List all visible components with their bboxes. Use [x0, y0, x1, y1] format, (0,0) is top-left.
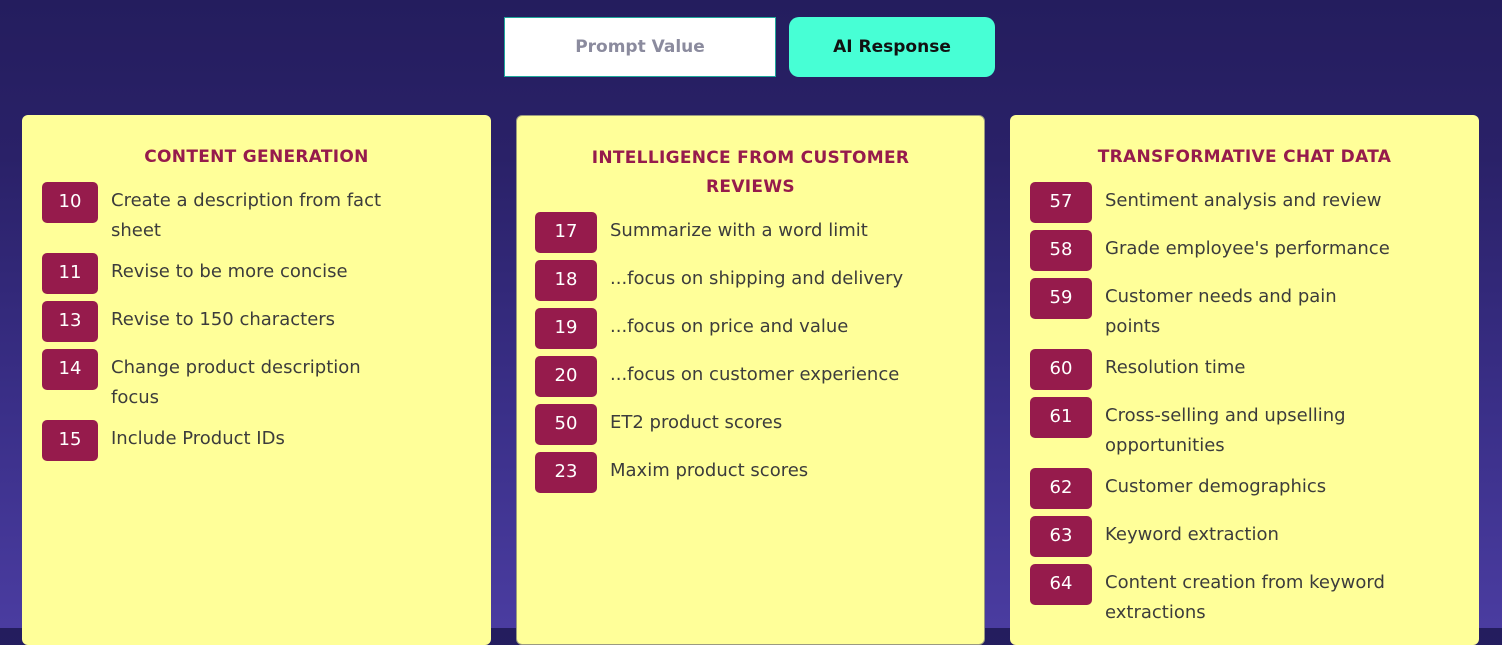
list-item[interactable]: 13 Revise to 150 characters	[42, 301, 471, 342]
list-item[interactable]: 17 Summarize with a word limit	[535, 212, 964, 253]
card-title: CONTENT GENERATION	[144, 147, 369, 167]
number-badge[interactable]: 58	[1030, 230, 1092, 271]
number-badge[interactable]: 64	[1030, 564, 1092, 605]
list-item[interactable]: 62 Customer demographics	[1030, 468, 1459, 509]
number-badge[interactable]: 50	[535, 404, 597, 445]
item-label: Revise to 150 characters	[111, 309, 336, 330]
list-item[interactable]: 18 ...focus on shipping and delivery	[535, 260, 964, 301]
item-list: 17 Summarize with a word limit 18 ...focus…	[535, 212, 964, 493]
item-label: ...focus on customer experience	[610, 364, 900, 385]
number-badge[interactable]: 14	[42, 349, 98, 390]
number-badge[interactable]: 19	[535, 308, 597, 349]
item-label: Customer demographics	[1105, 476, 1327, 497]
list-item[interactable]: 20 ...focus on customer experience	[535, 356, 964, 397]
list-item[interactable]: 58 Grade employee's performance	[1030, 230, 1459, 271]
number-badge[interactable]: 57	[1030, 182, 1092, 223]
item-label: ...focus on price and value	[610, 316, 849, 337]
list-item[interactable]: 60 Resolution time	[1030, 349, 1459, 390]
card-title: TRANSFORMATIVE CHAT DATA	[1097, 147, 1392, 167]
list-item[interactable]: 23 Maxim product scores	[535, 452, 964, 493]
item-label: Grade employee's performance	[1105, 238, 1390, 259]
card-intelligence-from-customer-reviews: INTELLIGENCE FROM CUSTOMER REVIEWS 17 Sum…	[516, 115, 985, 645]
view-toggle: Prompt Value AI Response	[504, 17, 995, 77]
number-badge[interactable]: 61	[1030, 397, 1092, 438]
list-item[interactable]: 59 Customer needs and pain points	[1030, 278, 1459, 342]
ai-response-button[interactable]: AI Response	[789, 17, 995, 77]
card-title: INTELLIGENCE FROM CUSTOMER REVIEWS	[591, 148, 910, 197]
list-item[interactable]: 14 Change product description focus	[42, 349, 471, 413]
item-label: Content creation from keyword extraction…	[1105, 572, 1385, 623]
list-item[interactable]: 11 Revise to be more concise	[42, 253, 471, 294]
item-list: 57 Sentiment analysis and review 58 Grade …	[1030, 182, 1459, 628]
number-badge[interactable]: 63	[1030, 516, 1092, 557]
list-item[interactable]: 61 Cross-selling and upselling opportunit…	[1030, 397, 1459, 461]
list-item[interactable]: 15 Include Product IDs	[42, 420, 471, 461]
card-transformative-chat-data: TRANSFORMATIVE CHAT DATA 57 Sentiment ana…	[1010, 115, 1479, 645]
item-label: ...focus on shipping and delivery	[610, 268, 904, 289]
item-label: Keyword extraction	[1105, 524, 1279, 545]
number-badge[interactable]: 62	[1030, 468, 1092, 509]
item-label: Cross-selling and upselling opportunitie…	[1105, 405, 1346, 456]
number-badge[interactable]: 15	[42, 420, 98, 461]
item-label: ET2 product scores	[610, 412, 783, 433]
item-label: Resolution time	[1105, 357, 1246, 378]
item-label: Include Product IDs	[111, 428, 285, 449]
list-item[interactable]: 10 Create a description from fact sheet	[42, 182, 471, 246]
number-badge[interactable]: 20	[535, 356, 597, 397]
item-label: Create a description from fact sheet	[111, 190, 382, 241]
number-badge[interactable]: 18	[535, 260, 597, 301]
list-item[interactable]: 19 ...focus on price and value	[535, 308, 964, 349]
list-item[interactable]: 57 Sentiment analysis and review	[1030, 182, 1459, 223]
number-badge[interactable]: 23	[535, 452, 597, 493]
number-badge[interactable]: 10	[42, 182, 98, 223]
item-label: Change product description focus	[111, 357, 361, 408]
list-item[interactable]: 50 ET2 product scores	[535, 404, 964, 445]
item-label: Sentiment analysis and review	[1105, 190, 1382, 211]
prompt-value-button[interactable]: Prompt Value	[504, 17, 776, 77]
card-content-generation: CONTENT GENERATION 10 Create a descriptio…	[22, 115, 491, 645]
number-badge[interactable]: 17	[535, 212, 597, 253]
number-badge[interactable]: 11	[42, 253, 98, 294]
number-badge[interactable]: 59	[1030, 278, 1092, 319]
item-list: 10 Create a description from fact sheet 1…	[42, 182, 471, 461]
item-label: Maxim product scores	[610, 460, 809, 481]
number-badge[interactable]: 60	[1030, 349, 1092, 390]
item-label: Summarize with a word limit	[610, 220, 868, 241]
number-badge[interactable]: 13	[42, 301, 98, 342]
item-label: Customer needs and pain points	[1105, 286, 1337, 337]
list-item[interactable]: 63 Keyword extraction	[1030, 516, 1459, 557]
list-item[interactable]: 64 Content creation from keyword extracti…	[1030, 564, 1459, 628]
item-label: Revise to be more concise	[111, 261, 348, 282]
